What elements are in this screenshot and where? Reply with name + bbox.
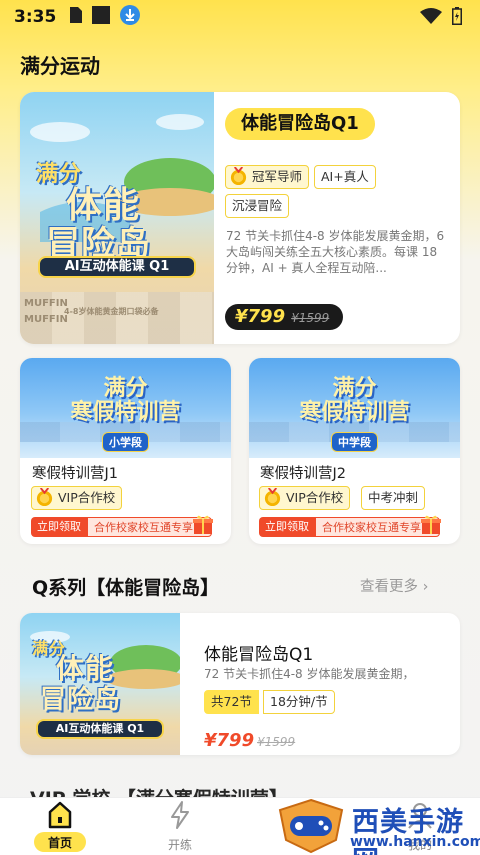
hero-price-now: ¥799 bbox=[235, 306, 286, 327]
site-watermark: 西美手游网 www.hanxin.com bbox=[276, 798, 480, 855]
list-chip-lessons: 共72节 bbox=[204, 690, 259, 714]
app-square-icon bbox=[92, 6, 111, 28]
chevron-right-icon: › bbox=[422, 579, 429, 595]
cover-brand-sub: 4-8岁体能黄金期口袋必备 bbox=[64, 307, 159, 316]
nav-home-label: 首页 bbox=[47, 836, 72, 850]
camp-j2-tag-vip: VIP合作校 bbox=[259, 486, 351, 510]
promo-claim-label: 立即领取 bbox=[31, 517, 87, 537]
camp-cover-title-2: 寒假特训营 bbox=[70, 400, 181, 425]
camp-cover-image: 满分 寒假特训营 中学段 bbox=[249, 358, 460, 458]
list-description: 72 节关卡抓住4-8 岁体能发展黄金期， bbox=[204, 667, 415, 681]
list-price-old: ¥1599 bbox=[257, 735, 296, 749]
camp-j2-tag-exam: 中考冲刺 bbox=[361, 486, 426, 510]
cover-brand-2: MUFFIN bbox=[24, 314, 68, 325]
see-more-link[interactable]: 查看更多 › bbox=[360, 575, 428, 596]
cover-tag: AI互动体能课 Q1 bbox=[38, 256, 196, 278]
lightning-icon bbox=[171, 801, 189, 829]
camp-cover-title-2: 寒假特训营 bbox=[299, 400, 410, 425]
see-more-label: 查看更多 bbox=[360, 579, 418, 595]
hero-tag-immersive: 沉浸冒险 bbox=[225, 194, 290, 218]
list-title[interactable]: 体能冒险岛Q1 bbox=[204, 640, 313, 665]
home-icon bbox=[48, 801, 72, 829]
list-cover-text-3: 冒险岛 bbox=[40, 685, 122, 715]
hero-price-pill[interactable]: ¥799 ¥1599 bbox=[225, 304, 344, 330]
status-time: 3:35 bbox=[14, 7, 57, 27]
promo-claim-label: 立即领取 bbox=[259, 517, 315, 537]
camp-stage-badge: 小学段 bbox=[102, 432, 149, 452]
hero-description: 72 节关卡抓住4-8 岁体能发展黄金期，6 大岛屿闯关练全五大核心素质。每课 … bbox=[226, 229, 445, 275]
download-icon bbox=[120, 5, 141, 29]
list-cover-image: 满分 体能 冒险岛 AI互动体能课 Q1 bbox=[20, 613, 180, 755]
hero-tag-coach-label: 冠军导师 bbox=[252, 169, 303, 184]
camp-j1-tag-vip-label: VIP合作校 bbox=[58, 490, 116, 505]
camp-stage-badge: 中学段 bbox=[331, 432, 378, 452]
camp-j2-tag-vip-label: VIP合作校 bbox=[286, 490, 344, 505]
camp-name-j1[interactable]: 寒假特训营J1 bbox=[32, 462, 118, 483]
sim-card-icon bbox=[70, 7, 83, 27]
camp-j1-promo[interactable]: 立即领取 合作校家校互通专享 bbox=[31, 516, 212, 538]
camp-name-j2[interactable]: 寒假特训营J2 bbox=[260, 462, 346, 483]
camp-j2-promo[interactable]: 立即领取 合作校家校互通专享 bbox=[259, 516, 440, 538]
hero-tag-ai: AI+真人 bbox=[314, 165, 376, 189]
medal-icon bbox=[36, 488, 53, 507]
list-cover-tag: AI互动体能课 Q1 bbox=[36, 719, 164, 739]
hero-tag-coach: 冠军导师 bbox=[225, 165, 310, 189]
list-price-now: ¥799 bbox=[204, 730, 255, 751]
list-chip-duration: 18分钟/节 bbox=[263, 690, 335, 714]
gamepad-shield-icon bbox=[278, 798, 344, 854]
medal-icon bbox=[264, 488, 281, 507]
watermark-url: www.hanxin.com bbox=[350, 834, 480, 850]
nav-train[interactable]: 开练 bbox=[150, 800, 210, 853]
status-bar: 3:35 bbox=[0, 0, 480, 34]
hero-price-old: ¥1599 bbox=[291, 311, 330, 325]
hero-cover-image: 满分 体能 冒险岛 AI互动体能课 Q1 MUFFIN MUFFIN 4-8岁体… bbox=[20, 92, 214, 344]
section-title: Q系列【体能冒险岛】 bbox=[32, 577, 220, 599]
nav-train-label: 开练 bbox=[167, 838, 192, 852]
wifi-icon bbox=[420, 8, 442, 28]
gift-icon bbox=[421, 515, 441, 534]
medal-icon bbox=[230, 167, 247, 186]
camp-cover-image: 满分 寒假特训营 小学段 bbox=[20, 358, 231, 458]
cover-brand: MUFFIN bbox=[24, 298, 68, 309]
nav-home[interactable]: 首页 bbox=[30, 800, 90, 851]
page-title: 满分运动 bbox=[20, 54, 100, 78]
battery-icon bbox=[452, 7, 462, 29]
camp-j1-tag-vip: VIP合作校 bbox=[31, 486, 123, 510]
gift-icon bbox=[193, 515, 213, 534]
hero-title[interactable]: 体能冒险岛Q1 bbox=[225, 108, 375, 140]
